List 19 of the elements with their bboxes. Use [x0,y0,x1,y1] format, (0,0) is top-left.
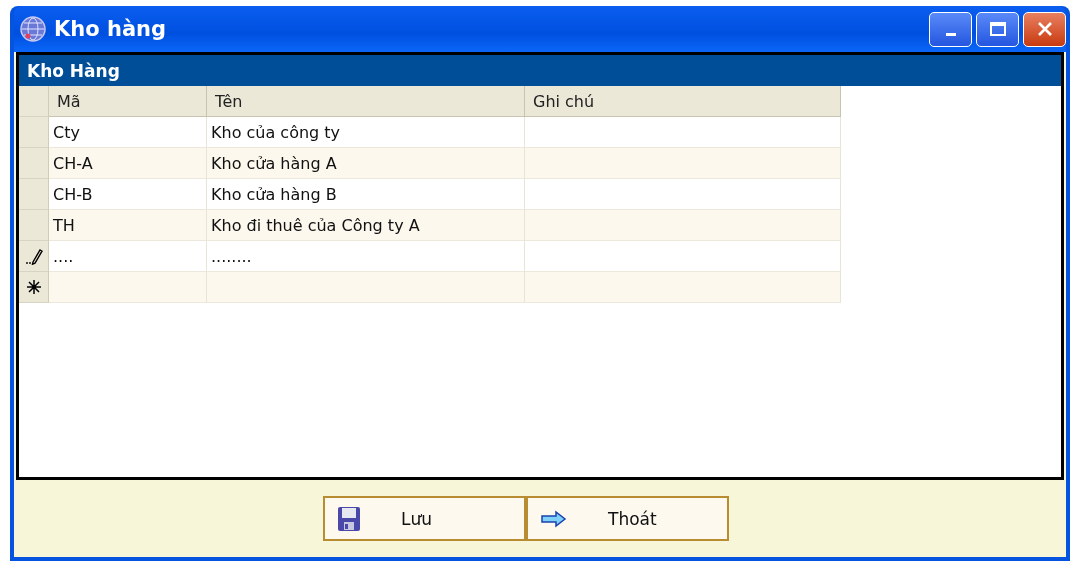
table-cell[interactable] [207,272,525,303]
table-cell[interactable] [49,272,207,303]
pencil-icon [23,247,44,265]
row-selector[interactable] [19,272,49,303]
maximize-button[interactable] [976,11,1019,47]
panel-title: Kho Hàng [19,55,1061,86]
maximize-icon [988,21,1007,37]
save-button[interactable]: Lưu [323,496,526,541]
window-title: Kho hàng [54,17,167,41]
row-selector[interactable] [19,241,49,272]
minimize-icon [945,32,956,36]
table-cell[interactable] [525,272,841,303]
close-button[interactable] [1023,11,1066,47]
minimize-button[interactable] [929,11,972,47]
exit-button[interactable]: Thoát [526,496,729,541]
close-icon [1035,20,1054,38]
right-arrow-icon [540,509,568,528]
asterisk-icon [25,279,42,295]
globe-icon [20,16,46,42]
